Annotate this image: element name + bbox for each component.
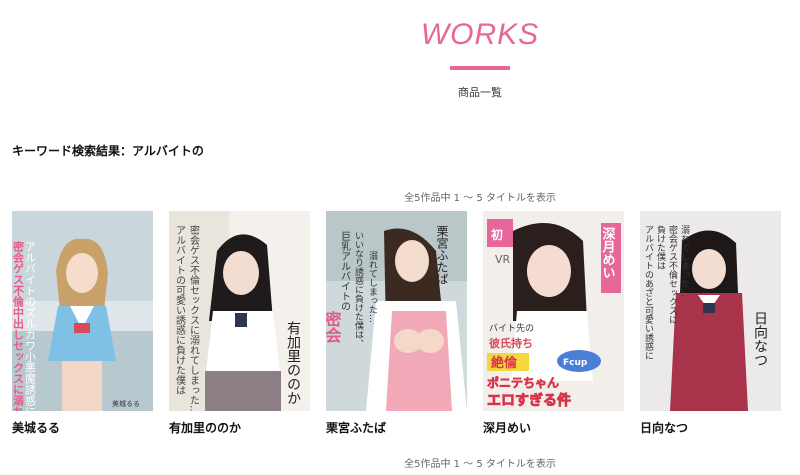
page-subtitle: 商品一覧 [458,86,502,99]
cover-text: 日向なつ [752,311,768,367]
cover-text: 溺れてしまった… [367,251,378,323]
work-cover[interactable]: アルバイトのズルカワ小悪魔誘惑に負けた僕は、 密会ゲス不倫中出しセックスに溺れて… [12,211,153,411]
work-name[interactable]: 深月めい [483,419,624,436]
cover-text: 初 [491,227,503,242]
cover-text: 美城るる [112,399,140,408]
cover-text: いいなり誘惑に負けた僕は、 [353,231,364,348]
result-count-top: 全5作品中 1 〜 5 タイトルを表示 [404,193,556,204]
works-grid: アルバイトのズルカワ小悪魔誘惑に負けた僕は、 密会ゲス不倫中出しセックスに溺れて… [12,211,781,436]
cover-text: エロすぎる件 [487,392,571,409]
cover-text: 絶倫 [490,355,518,371]
cover-text: 巨乳アルバイトの [339,231,351,311]
cover-text: VR [495,253,511,266]
result-count-bottom: 全5作品中 1 〜 5 タイトルを表示 [404,459,556,470]
cover-text: 栗宮ふたば [435,225,449,285]
work-name[interactable]: 栗宮ふたば [326,419,467,436]
cover-text: ポニテちゃん [487,375,559,390]
cover-text: アルバイトのズルカワ小悪魔誘惑に負けた僕は、 [24,241,37,411]
search-result-heading: キーワード検索結果：アルバイトの [12,144,204,158]
work-name[interactable]: 日向なつ [640,419,781,436]
work-cover[interactable]: 巨乳アルバイトの いいなり誘惑に負けた僕は、 密会 溺れてしまった… 栗宮ふたば [326,211,467,411]
cover-text: 彼氏持ち [489,336,533,350]
work-cover[interactable]: アルバイトのあざと可愛い誘惑に 負けた僕は 密会ゲス不倫セックスに 溺れてしまっ… [640,211,781,411]
cover-text: アルバイトのあざと可愛い誘惑に [643,225,654,360]
work-card[interactable]: 深月めい 初 VR バイト先の 彼氏持ち 絶倫 Fcup ポニテちゃん エロすぎ… [483,211,624,436]
cover-text: 密会ゲス不倫セックスに [667,224,678,324]
cover-text: Fcup [563,358,588,368]
cover-text: アルバイトの可愛い誘惑に負けた僕は [174,225,186,395]
page-title: WORKS [420,18,540,51]
work-name[interactable]: 有加里ののか [169,419,310,436]
cover-text: 負けた僕は [655,224,666,270]
work-cover[interactable]: アルバイトの可愛い誘惑に負けた僕は 密会ゲス不倫セックスに溺れてしまった… 有加… [169,211,310,411]
work-cover[interactable]: 深月めい 初 VR バイト先の 彼氏持ち 絶倫 Fcup ポニテちゃん エロすぎ… [483,211,624,411]
work-card[interactable]: アルバイトの可愛い誘惑に負けた僕は 密会ゲス不倫セックスに溺れてしまった… 有加… [169,211,310,436]
work-card[interactable]: アルバイトのズルカワ小悪魔誘惑に負けた僕は、 密会ゲス不倫中出しセックスに溺れて… [12,211,153,436]
cover-text: バイト先の [489,322,534,334]
work-name[interactable]: 美城るる [12,419,153,436]
cover-text: 有加里ののか [285,321,301,405]
cover-text: 溺れてしまった… [679,225,690,297]
cover-text: 密会ゲス不倫セックスに溺れてしまった… [188,224,200,411]
cover-text: 密会ゲス不倫中出しセックスに溺れてしまった… [12,240,25,411]
cover-text: 密会 [326,310,343,344]
title-underline [450,66,510,70]
work-card[interactable]: 巨乳アルバイトの いいなり誘惑に負けた僕は、 密会 溺れてしまった… 栗宮ふたば… [326,211,467,436]
work-card[interactable]: アルバイトのあざと可愛い誘惑に 負けた僕は 密会ゲス不倫セックスに 溺れてしまっ… [640,211,781,436]
cover-text: 深月めい [600,226,617,279]
